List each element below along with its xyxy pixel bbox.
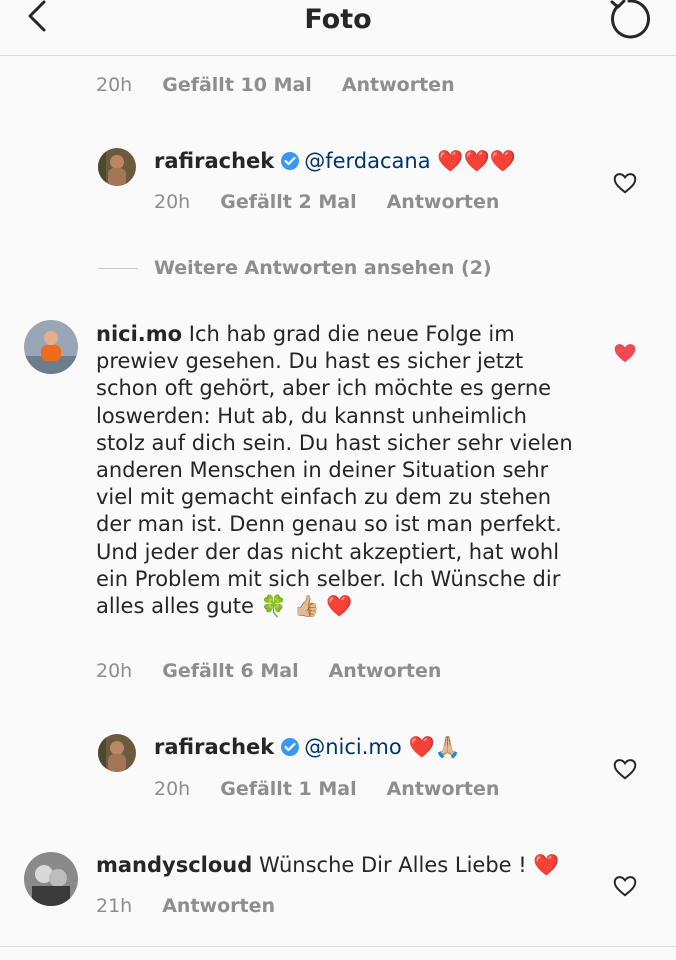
- verified-badge-icon: [281, 152, 300, 170]
- comment-time: 20h: [96, 660, 133, 682]
- refresh-icon: [610, 0, 650, 39]
- avatar[interactable]: [98, 148, 136, 186]
- comment-body: nici.mo Ich hab grad die neue Folge im p…: [96, 321, 576, 620]
- comment-time: 21h: [96, 895, 133, 917]
- verified-badge-icon: [281, 738, 300, 756]
- like-button[interactable]: [612, 873, 638, 899]
- avatar[interactable]: [24, 320, 78, 374]
- likes-count-link[interactable]: Gefällt 1 Mal: [220, 778, 356, 800]
- reply-link[interactable]: Antworten: [342, 74, 455, 96]
- reply-link[interactable]: Antworten: [387, 191, 500, 213]
- mention-link[interactable]: @ferdacana: [304, 149, 430, 173]
- comment-text: Wünsche Dir Alles Liebe ! ❤️: [258, 853, 560, 877]
- reply-comment: rafirachek @ferdacana ❤️❤️❤️: [154, 148, 516, 175]
- reply-time: 20h: [154, 778, 191, 800]
- reply-meta: 20h Gefällt 2 Mal Antworten: [154, 187, 499, 217]
- heart-filled-icon: [614, 344, 636, 363]
- comment-meta: 20h Gefällt 6 Mal Antworten: [96, 656, 441, 686]
- emoji-text: ❤️🙏🏼: [408, 735, 461, 759]
- comment-text: Ich hab grad die neue Folge im prewiev g…: [96, 322, 573, 619]
- divider: [0, 946, 676, 947]
- heart-outline-icon: [613, 173, 637, 194]
- likes-count-link[interactable]: Gefällt 6 Mal: [162, 660, 298, 682]
- likes-count-link[interactable]: Gefällt 10 Mal: [162, 74, 312, 96]
- page-title: Foto: [304, 4, 372, 35]
- comment-body: mandyscloud Wünsche Dir Alles Liebe ! ❤️: [96, 852, 596, 879]
- reply-time: 20h: [154, 191, 191, 213]
- heart-outline-icon: [613, 759, 637, 780]
- reply-meta: 20h Gefällt 1 Mal Antworten: [154, 774, 499, 804]
- heart-outline-icon: [613, 876, 637, 897]
- like-button[interactable]: [612, 340, 638, 366]
- emoji-text: ❤️❤️❤️: [437, 149, 516, 173]
- view-more-replies-link[interactable]: Weitere Antworten ansehen (2): [98, 254, 492, 282]
- comment-meta: 20h Gefällt 10 Mal Antworten: [96, 70, 455, 100]
- username-link[interactable]: rafirachek: [154, 735, 274, 759]
- refresh-button[interactable]: [604, 0, 654, 42]
- username-link[interactable]: rafirachek: [154, 149, 274, 173]
- like-button[interactable]: [612, 756, 638, 782]
- avatar[interactable]: [98, 734, 136, 772]
- likes-count-link[interactable]: Gefällt 2 Mal: [220, 191, 356, 213]
- username-link[interactable]: mandyscloud: [96, 853, 252, 877]
- comment-time: 20h: [96, 74, 133, 96]
- divider: [98, 267, 138, 269]
- reply-link[interactable]: Antworten: [329, 660, 442, 682]
- mention-link[interactable]: @nici.mo: [304, 735, 402, 759]
- comment-meta: 21h Antworten: [96, 891, 275, 921]
- username-link[interactable]: nici.mo: [96, 322, 182, 346]
- reply-link[interactable]: Antworten: [162, 895, 275, 917]
- reply-comment: rafirachek @nici.mo ❤️🙏🏼: [154, 734, 461, 761]
- header-bar: Foto: [0, 0, 676, 56]
- view-more-replies-label: Weitere Antworten ansehen (2): [154, 257, 492, 279]
- like-button[interactable]: [612, 170, 638, 196]
- avatar[interactable]: [24, 852, 78, 906]
- reply-link[interactable]: Antworten: [387, 778, 500, 800]
